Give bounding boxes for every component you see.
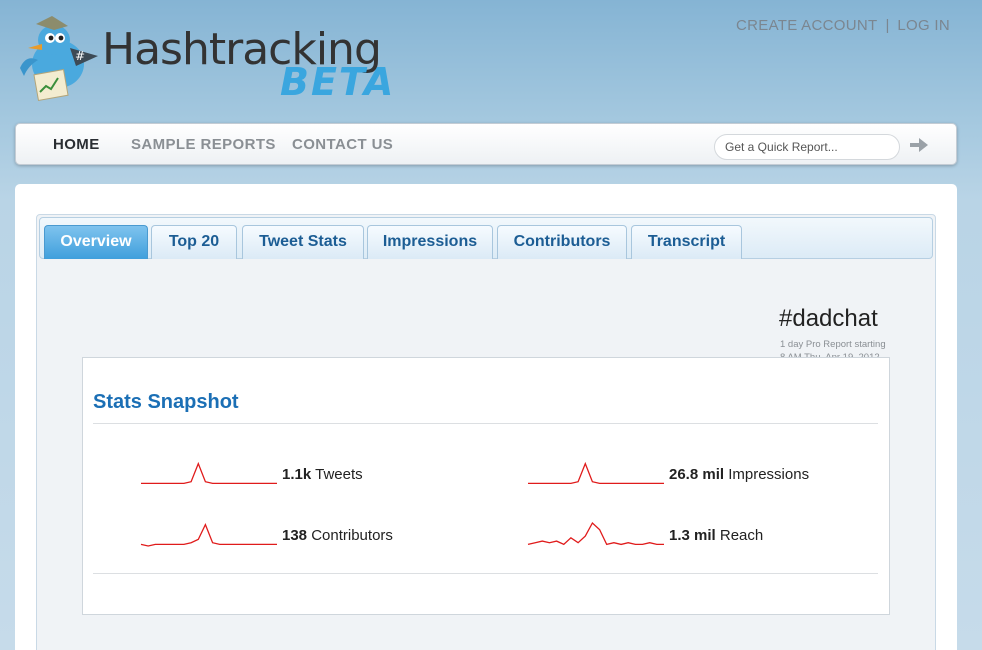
content-panel: Overview Top 20 Tweet Stats Impressions … [15, 184, 957, 650]
stat-value: 138 [282, 527, 308, 544]
tab-tweet-stats[interactable]: Tweet Stats [242, 225, 364, 259]
sparkline-contributors [140, 522, 277, 547]
logo[interactable]: # Hashtracking BETA [18, 14, 438, 104]
report-hashtag: #dadchat [779, 305, 878, 332]
quick-report-input[interactable] [714, 134, 900, 160]
stat-label: Impressions [728, 466, 810, 483]
logo-beta-badge: BETA [280, 60, 396, 104]
account-links: CREATE ACCOUNT | LOG IN [736, 17, 950, 34]
tab-transcript[interactable]: Transcript [631, 225, 742, 259]
sparkline-tweets [141, 461, 277, 485]
stats-snapshot-box: Stats Snapshot 1.1k Tweets 26.8 mil Impr… [82, 357, 890, 615]
stat-tweets-text: 1.1k Tweets [282, 466, 363, 483]
sparkline-reach [527, 521, 664, 546]
nav-home[interactable]: HOME [53, 136, 100, 153]
svg-text:#: # [75, 49, 85, 63]
sparkline-path [141, 461, 277, 485]
stat-label: Contributors [311, 527, 393, 544]
arrow-right-icon[interactable] [910, 138, 928, 152]
stat-label: Reach [719, 527, 764, 544]
stat-tweets[interactable]: 1.1k Tweets [140, 458, 460, 488]
stat-reach[interactable]: 1.3 mil Reach [527, 519, 867, 549]
stat-contributors[interactable]: 138 Contributors [140, 519, 460, 549]
report-tabs: Overview Top 20 Tweet Stats Impressions … [39, 217, 933, 259]
tab-top-20[interactable]: Top 20 [151, 225, 237, 259]
stat-impressions-text: 26.8 mil Impressions [669, 466, 809, 483]
stats-divider-bottom [93, 573, 878, 574]
sparkline-impressions [528, 461, 664, 485]
tab-impressions[interactable]: Impressions [367, 225, 493, 259]
nav-sample-reports[interactable]: SAMPLE REPORTS [131, 136, 276, 153]
stat-value: 26.8 mil [669, 466, 725, 483]
sparkline-path [528, 461, 664, 485]
stat-impressions[interactable]: 26.8 mil Impressions [527, 458, 867, 488]
login-link[interactable]: LOG IN [897, 17, 950, 34]
report-panel: Overview Top 20 Tweet Stats Impressions … [36, 214, 936, 650]
bird-mascot-icon: # [20, 16, 98, 101]
create-account-link[interactable]: CREATE ACCOUNT [736, 17, 877, 34]
tab-contributors[interactable]: Contributors [497, 225, 627, 259]
nav-contact-us[interactable]: CONTACT US [292, 136, 393, 153]
sparkline-path [140, 522, 277, 547]
stats-divider-top [93, 423, 878, 424]
stat-value: 1.3 mil [669, 527, 716, 544]
link-separator: | [885, 17, 890, 34]
stat-value: 1.1k [282, 466, 312, 483]
report-meta-line1: 1 day Pro Report starting [780, 339, 886, 350]
stats-snapshot-title: Stats Snapshot [93, 391, 239, 413]
stat-reach-text: 1.3 mil Reach [669, 527, 763, 544]
stat-contributors-text: 138 Contributors [282, 527, 393, 544]
sparkline-path [527, 521, 664, 546]
stat-label: Tweets [315, 466, 363, 483]
main-navbar: HOME SAMPLE REPORTS CONTACT US [15, 123, 957, 165]
tab-overview[interactable]: Overview [44, 225, 148, 259]
